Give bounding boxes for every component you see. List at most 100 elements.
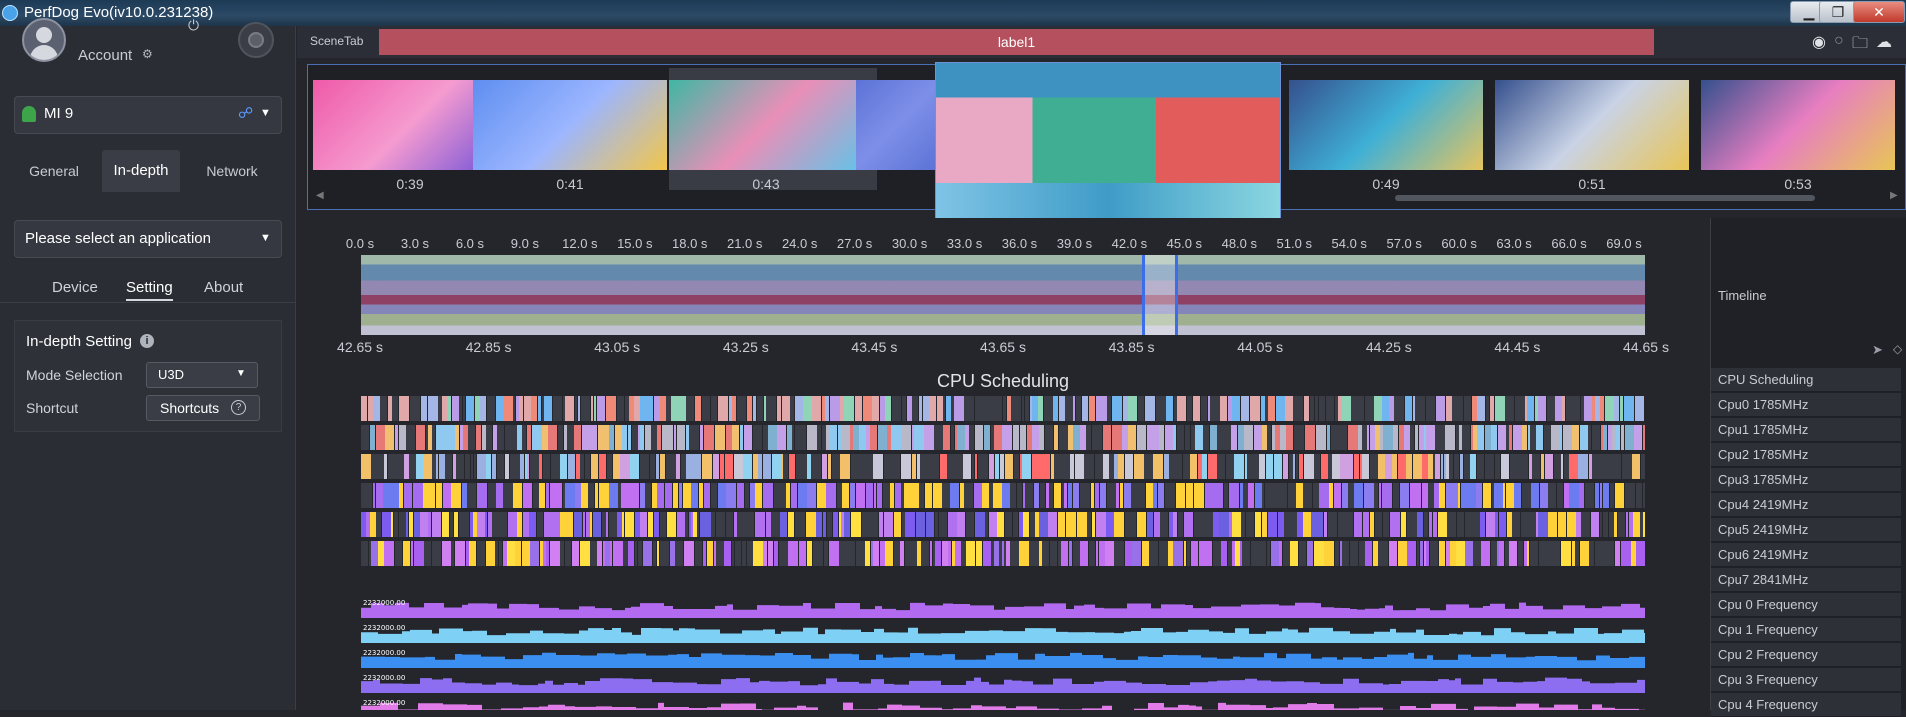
cpu-slice [1389, 396, 1394, 421]
account-label[interactable]: Account [78, 47, 132, 64]
track-label[interactable]: Cpu5 2419MHz [1711, 518, 1901, 542]
cpu-slice [1446, 454, 1449, 479]
cpu-slice [844, 396, 854, 421]
cpu-slice [1335, 396, 1338, 421]
cpu-slice [485, 512, 487, 537]
pin-icon[interactable]: ➤ [1872, 342, 1883, 358]
close-button[interactable]: ✕ [1853, 1, 1905, 23]
cpu-slice [1013, 425, 1019, 450]
subtab-setting[interactable]: Setting [126, 279, 173, 301]
folder-icon[interactable]: 🗀 [1852, 32, 1868, 59]
chevron-down-icon[interactable]: ▼ [260, 107, 271, 119]
overview-heatmap[interactable] [361, 255, 1645, 335]
thumbnail-image[interactable] [1495, 80, 1689, 170]
cpu-slice [763, 541, 767, 566]
cpu-slice [895, 483, 901, 508]
cpu-slice [873, 541, 879, 566]
expand-icon[interactable]: ◇ [1893, 342, 1902, 356]
cpu-slice [560, 454, 567, 479]
track-label[interactable]: Cpu1 1785MHz [1711, 418, 1901, 442]
cpu-slice [1328, 454, 1332, 479]
settings-title: In-depth Setting [26, 333, 132, 350]
record-button[interactable] [238, 22, 274, 58]
cpu-slice [471, 454, 473, 479]
cpu-slice [455, 425, 459, 450]
subtab-device[interactable]: Device [52, 279, 98, 296]
help-icon[interactable]: ? [231, 400, 246, 415]
cpu-frequency-lanes[interactable]: 2232000.00 2232000.00 2232000.00 2232000.00… [361, 596, 1645, 710]
horizontal-scrollbar[interactable] [1395, 195, 1815, 201]
cpu-slice [810, 425, 817, 450]
tab-general[interactable]: General [14, 150, 94, 192]
track-label[interactable]: Cpu6 2419MHz [1711, 543, 1901, 567]
cpu-slice [939, 512, 947, 537]
maximize-button[interactable]: ❐ [1819, 1, 1857, 23]
thumbnail-image[interactable] [856, 80, 936, 170]
thumbnail-image[interactable] [473, 80, 667, 170]
account-settings-icon[interactable]: ⚙ [142, 47, 153, 61]
thumbnail-image[interactable] [669, 80, 863, 170]
chevron-down-icon[interactable]: ▼ [260, 232, 271, 244]
cpu-slice [902, 512, 905, 537]
track-label[interactable]: Cpu3 1785MHz [1711, 468, 1901, 492]
track-label[interactable]: Cpu7 2841MHz [1711, 568, 1901, 592]
overview-selection-window[interactable] [1142, 255, 1178, 335]
cpu-slice [1199, 541, 1205, 566]
cpu-slice [1505, 396, 1514, 421]
cpu-slice [1166, 396, 1173, 421]
tab-network[interactable]: Network [190, 150, 274, 192]
cpu-slice [1485, 425, 1491, 450]
cpu-slice [1595, 483, 1599, 508]
cpu-slice [1044, 396, 1053, 421]
cpu-slice [421, 396, 427, 421]
subtab-about[interactable]: About [204, 279, 243, 296]
track-label[interactable]: Cpu0 1785MHz [1711, 393, 1901, 417]
cpu-slice [677, 396, 686, 421]
track-label[interactable]: Cpu 1 Frequency [1711, 618, 1901, 642]
scroll-left-icon[interactable]: ◀ [316, 190, 324, 201]
cpu-slice [1374, 396, 1382, 421]
cpu-slice [1424, 541, 1426, 566]
thumbnail-image[interactable] [1701, 80, 1895, 170]
cpu-slice [609, 512, 617, 537]
chevron-down-icon[interactable]: ▼ [236, 368, 246, 379]
cpu-slice [1235, 541, 1240, 566]
cloud-icon[interactable]: ☁ [1876, 32, 1892, 52]
cpu-slice [1205, 541, 1212, 566]
thumbnail-image[interactable] [1289, 80, 1483, 170]
cpu-slice [574, 425, 581, 450]
track-label[interactable]: CPU Scheduling [1711, 368, 1901, 392]
cpu-slice [1095, 483, 1099, 508]
tab-in-depth[interactable]: In-depth [102, 150, 180, 192]
cpu-slice [487, 396, 495, 421]
cpu-slice [1477, 425, 1484, 450]
track-label[interactable]: Cpu 4 Frequency [1711, 693, 1901, 717]
avatar[interactable] [22, 18, 66, 62]
cpu-slice [1131, 483, 1140, 508]
cpu-slice [792, 425, 794, 450]
scroll-right-icon[interactable]: ▶ [1890, 190, 1898, 201]
marker-icon[interactable]: ○ [1834, 32, 1844, 50]
cpu-slice [1510, 454, 1518, 479]
cpu-slice [550, 483, 558, 508]
cpu-slice [942, 483, 950, 508]
cpu-slice [1299, 454, 1303, 479]
power-icon[interactable]: ⏻ [188, 17, 199, 34]
scene-tab-label[interactable]: SceneTab [310, 34, 363, 48]
cpu-slice [621, 483, 629, 508]
connection-link-icon[interactable]: ☍ [238, 104, 253, 122]
info-icon[interactable]: i [140, 334, 154, 348]
track-label[interactable]: Cpu4 2419MHz [1711, 493, 1901, 517]
cpu-scheduling-lanes[interactable] [361, 396, 1645, 572]
cpu-slice [1103, 454, 1109, 479]
cpu-slice [586, 512, 590, 537]
cpu-slice [505, 454, 509, 479]
cpu-slice [1272, 483, 1280, 508]
track-label[interactable]: Cpu 0 Frequency [1711, 593, 1901, 617]
cpu-slice [1267, 425, 1271, 450]
track-label[interactable]: Cpu 2 Frequency [1711, 643, 1901, 667]
location-pin-icon[interactable]: ◉ [1812, 32, 1826, 52]
track-label[interactable]: Cpu2 1785MHz [1711, 443, 1901, 467]
cpu-slice [693, 454, 701, 479]
track-label[interactable]: Cpu 3 Frequency [1711, 668, 1901, 692]
